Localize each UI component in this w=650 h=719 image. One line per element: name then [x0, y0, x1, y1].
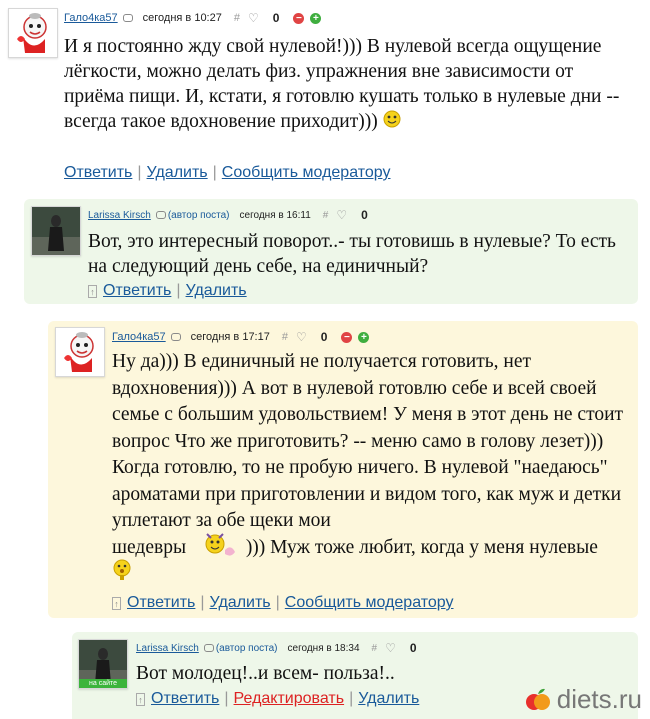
permalink-hash-icon[interactable]: #: [323, 210, 329, 221]
edit-link[interactable]: Редактировать: [234, 690, 345, 708]
comment-body: Вот, это интересный поворот..- ты готови…: [88, 231, 616, 277]
delete-link[interactable]: Удалить: [210, 594, 271, 612]
comment-actions: ↑ Ответить | Редактировать | Удалить: [136, 690, 419, 708]
reply-up-arrow-icon[interactable]: ↑: [88, 284, 97, 298]
author-link[interactable]: Larissa Kirsch: [88, 210, 151, 221]
author-of-post-tag: (автор поста): [167, 209, 230, 221]
reply-link[interactable]: Ответить: [64, 164, 132, 182]
speech-bubble-icon[interactable]: [170, 333, 181, 341]
timestamp: сегодня в 18:34: [287, 642, 360, 654]
avatar[interactable]: [55, 327, 105, 377]
heart-icon[interactable]: ♡: [385, 641, 396, 655]
comment-body-tail-b: ))) Муж тоже любит, когда у меня нулевые: [245, 536, 598, 558]
cartoon-avatar-icon: [17, 13, 47, 53]
speech-bubble-icon[interactable]: [155, 211, 166, 219]
speech-bubble-icon[interactable]: [122, 14, 133, 22]
heart-icon[interactable]: ♡: [296, 330, 307, 344]
vote-up-icon[interactable]: +: [310, 12, 322, 24]
delete-link[interactable]: Удалить: [186, 282, 247, 300]
vote-score: 0: [409, 641, 417, 655]
reply-up-arrow-icon[interactable]: ↑: [136, 692, 145, 706]
permalink-hash-icon[interactable]: #: [282, 331, 288, 343]
smiley-emoji-icon: [383, 110, 401, 135]
comment-body-tail-a: шедевры: [112, 536, 187, 558]
vote-down-icon[interactable]: −: [293, 12, 305, 24]
reply-link[interactable]: Ответить: [151, 690, 219, 708]
timestamp: сегодня в 10:27: [142, 12, 222, 24]
timestamp: сегодня в 17:17: [190, 331, 270, 343]
comment-body: И я постоянно жду свой нулевой!))) В нул…: [64, 36, 620, 132]
waving-smiley-emoji-icon: [201, 530, 237, 567]
comment-body: Ну да))) В единичный не получается готов…: [112, 351, 624, 531]
heart-icon[interactable]: ♡: [336, 208, 347, 222]
comment-text: Вот, это интересный поворот..- ты готови…: [88, 229, 628, 279]
watermark-text: diets.ru: [556, 684, 642, 714]
comment-text: И я постоянно жду свой нулевой!))) В нул…: [64, 34, 624, 135]
site-watermark: diets.ru: [523, 684, 642, 715]
vote-score: 0: [272, 11, 280, 25]
comment-body: Вот молодец!..и всем- польза!..: [136, 663, 395, 684]
comment-text: Вот молодец!..и всем- польза!..: [136, 661, 516, 686]
photo-avatar-icon: [32, 207, 80, 255]
comment-meta: Larissa Kirsch (автор поста) сегодня в 1…: [88, 208, 368, 222]
reply-link[interactable]: Ответить: [127, 594, 195, 612]
report-moderator-link[interactable]: Сообщить модератору: [285, 594, 454, 612]
permalink-hash-icon[interactable]: #: [234, 12, 240, 24]
thumbs-smiley-emoji-icon: [112, 559, 132, 586]
avatar[interactable]: [8, 8, 58, 58]
comment-meta: Гало4ка57 сегодня в 17:17 # ♡ 0 − +: [112, 330, 370, 344]
speech-bubble-icon[interactable]: [203, 644, 214, 652]
apple-logo-icon: [525, 688, 550, 710]
author-link[interactable]: Гало4ка57: [112, 331, 166, 343]
delete-link[interactable]: Удалить: [147, 164, 208, 182]
permalink-hash-icon[interactable]: #: [372, 643, 378, 654]
comment-actions: ↑ Ответить | Удалить: [88, 282, 247, 300]
vote-score: 0: [320, 330, 328, 344]
author-link[interactable]: Гало4ка57: [64, 12, 118, 24]
comment-meta: Larissa Kirsch (автор поста) сегодня в 1…: [136, 641, 417, 655]
comment-text-tail: шедевры ))) Муж тоже любит, когда у меня…: [112, 530, 637, 567]
reply-link[interactable]: Ответить: [103, 282, 171, 300]
author-link[interactable]: Larissa Kirsch: [136, 643, 199, 654]
cartoon-avatar-icon: [64, 332, 94, 372]
comment-text: Ну да))) В единичный не получается готов…: [112, 349, 637, 535]
report-moderator-link[interactable]: Сообщить модератору: [222, 164, 391, 182]
author-of-post-tag: (автор поста): [215, 642, 278, 654]
comment-actions: Ответить | Удалить | Сообщить модератору: [64, 164, 391, 182]
heart-icon[interactable]: ♡: [248, 11, 259, 25]
avatar[interactable]: [31, 206, 81, 256]
online-status-badge: на сайте: [79, 679, 127, 688]
timestamp: сегодня в 16:11: [239, 209, 311, 221]
delete-link[interactable]: Удалить: [358, 690, 419, 708]
avatar[interactable]: на сайте: [78, 639, 128, 689]
vote-up-icon[interactable]: +: [358, 331, 370, 343]
comment-meta: Гало4ка57 сегодня в 10:27 # ♡ 0 − +: [64, 11, 322, 25]
reply-up-arrow-icon[interactable]: ↑: [112, 596, 121, 610]
vote-down-icon[interactable]: −: [341, 331, 353, 343]
vote-score: 0: [361, 208, 368, 222]
comment-actions: ↑ Ответить | Удалить | Сообщить модерато…: [112, 594, 454, 612]
